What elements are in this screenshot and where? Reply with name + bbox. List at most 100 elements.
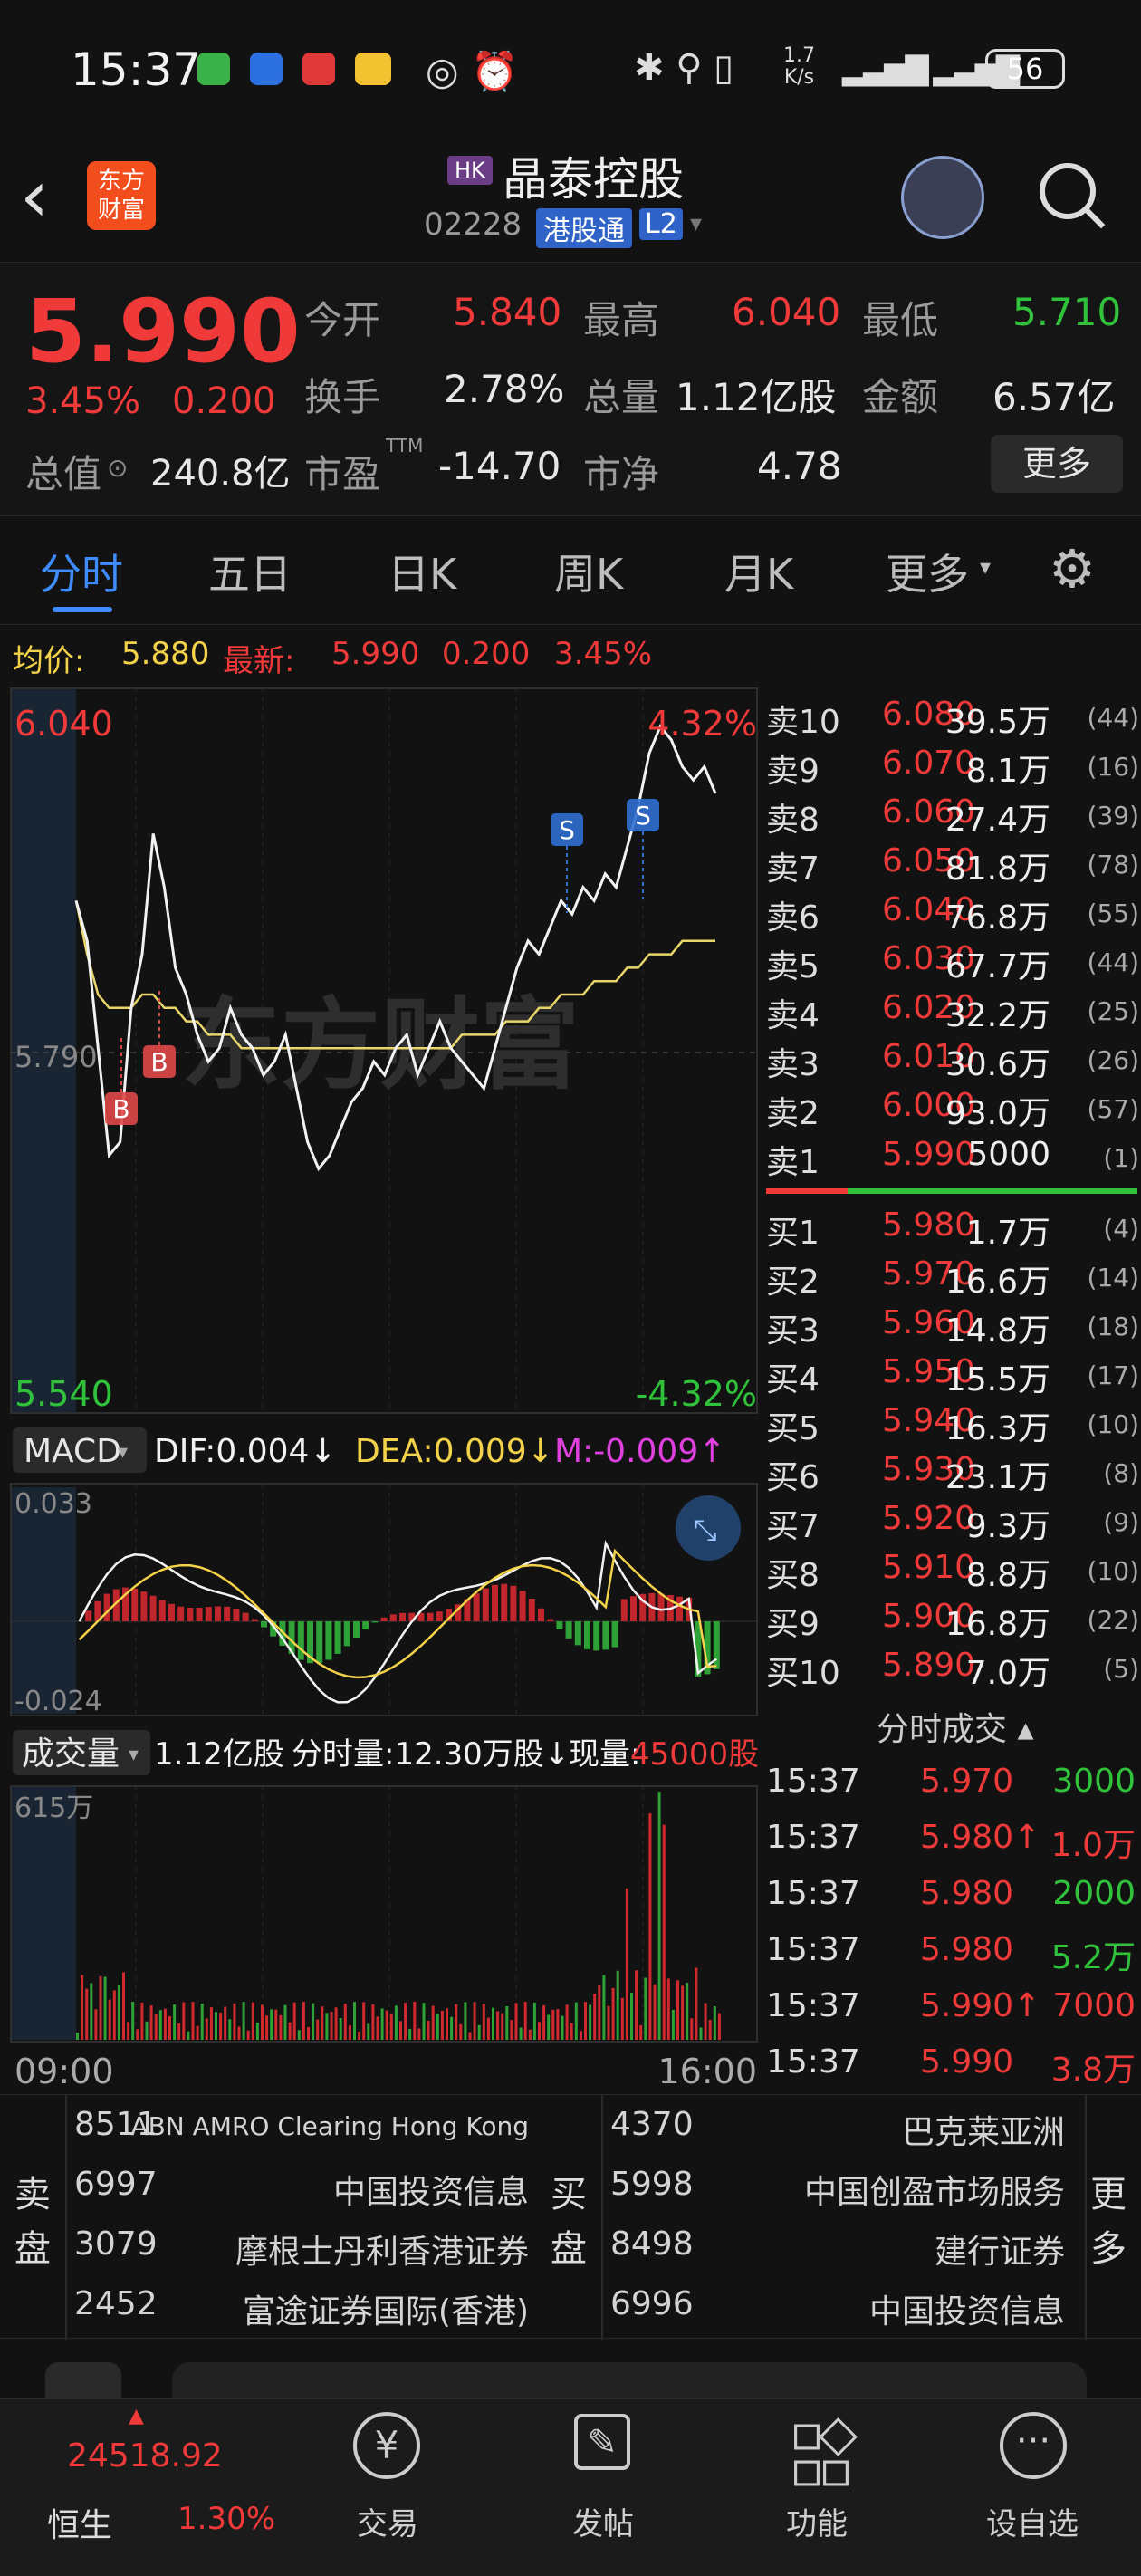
ask-row-7[interactable]: 卖4 6.020 32.2万 (25) <box>761 985 1141 1034</box>
net-speed: 1.7 K/s <box>783 44 815 89</box>
dif-label: DIF:0.004↓ <box>154 1433 337 1470</box>
sell-broker-name[interactable]: ABN AMRO Clearing Hong Kong <box>130 2111 529 2141</box>
buy-broker-id[interactable]: 6996 <box>610 2285 694 2322</box>
ticks-header[interactable]: 分时成交 ▴ <box>877 1703 1034 1750</box>
weibo-icon <box>355 53 391 85</box>
robot-avatar[interactable] <box>901 156 984 239</box>
tick-price: 5.990↑ <box>920 1987 1041 2024</box>
nav-functions[interactable]: 功能 <box>772 2499 862 2543</box>
quote-panel: 5.990 3.45% 0.200 总值 ⊙ 240.8亿 今开 5.840 最… <box>0 263 1141 516</box>
buy-broker-id[interactable]: 4370 <box>610 2106 694 2143</box>
tab-weekly-k[interactable]: 周K <box>554 542 623 601</box>
bid-row-5[interactable]: 买5 5.940 16.3万 (10) <box>761 1399 1141 1447</box>
y-max-label: 6.040 <box>14 704 113 744</box>
bid-row-3[interactable]: 买3 5.960 14.8万 (18) <box>761 1301 1141 1350</box>
bid-row-4[interactable]: 买4 5.950 15.5万 (17) <box>761 1350 1141 1399</box>
index-pct[interactable]: 1.30% <box>177 2501 275 2537</box>
ask-row-8[interactable]: 卖3 6.010 30.6万 (26) <box>761 1034 1141 1083</box>
last-price: 5.990 <box>25 281 301 382</box>
bid-row-2[interactable]: 买2 5.970 16.6万 (14) <box>761 1252 1141 1301</box>
sell-broker-name[interactable]: 摩根士丹利香港证券 <box>235 2225 529 2273</box>
buy-side-label: 买盘 <box>551 2174 587 2270</box>
emoji-icon[interactable] <box>45 2362 121 2398</box>
ask-count: (16) <box>1087 752 1139 782</box>
tick-volume: 3.8万 <box>1050 2052 1136 2089</box>
bid-count: (9) <box>1103 1507 1139 1537</box>
bid-count: (14) <box>1087 1263 1139 1293</box>
index-name[interactable]: 恒生 <box>47 2499 112 2546</box>
bid-volume: 15.5万 <box>944 1361 1050 1399</box>
buy-broker-id[interactable]: 8498 <box>610 2225 694 2263</box>
nav-trade[interactable]: 交易 <box>342 2499 433 2543</box>
more-button[interactable]: 更多 <box>991 435 1123 493</box>
ask-row-3[interactable]: 卖8 6.060 27.4万 (39) <box>761 790 1141 839</box>
nav-post[interactable]: 发帖 <box>558 2499 648 2543</box>
broker-more-button[interactable]: 更多 <box>1090 2167 1128 2276</box>
ask-row-2[interactable]: 卖9 6.070 8.1万 (16) <box>761 741 1141 790</box>
ask-row-5[interactable]: 卖6 6.040 76.8万 (55) <box>761 888 1141 937</box>
pe-value: -14.70 <box>438 444 561 488</box>
tab-intraday[interactable]: 分时 <box>40 542 123 601</box>
buy-broker-id[interactable]: 5998 <box>610 2166 694 2203</box>
svg-text:S: S <box>559 815 575 845</box>
pb-label: 市净 <box>583 452 660 496</box>
trade-mark-B: B <box>105 1038 138 1125</box>
tick-row: 15:37 5.980↑ 1.0万 <box>761 1815 1141 1864</box>
bid-row-6[interactable]: 买6 5.930 23.1万 (8) <box>761 1447 1141 1496</box>
buy-broker-name[interactable]: 巴克莱亚洲 <box>902 2106 1065 2153</box>
info-icon[interactable]: ⊙ <box>107 453 128 483</box>
ask-row-1[interactable]: 卖10 6.080 39.5万 (44) <box>761 692 1141 741</box>
ask-volume: 27.4万 <box>944 802 1050 839</box>
chevron-down-icon[interactable]: ▾ <box>690 210 702 237</box>
comment-input[interactable] <box>172 2362 1087 2398</box>
bid-count: (22) <box>1087 1605 1139 1635</box>
tab-daily-k[interactable]: 日K <box>388 542 456 601</box>
bid-label: 买1 <box>766 1215 820 1252</box>
tab-monthly-k[interactable]: 月K <box>724 542 793 601</box>
trade-yen-icon[interactable]: ¥ <box>353 2412 420 2479</box>
index-value[interactable]: 24518.92 <box>67 2437 223 2475</box>
bid-row-1[interactable]: 买1 5.980 1.7万 (4) <box>761 1203 1141 1252</box>
buy-broker-name[interactable]: 中国创盈市场服务 <box>804 2166 1065 2213</box>
post-edit-icon[interactable]: ✎ <box>574 2414 630 2470</box>
tab-more[interactable]: 更多 <box>886 542 969 601</box>
intraday-chart[interactable]: 东方财富 BB S S 6.040 5.790 5.540 4.32% -4.32%… <box>0 681 761 2094</box>
battery-icon: 56 <box>985 49 1065 89</box>
latest-label: 最新: <box>223 643 295 679</box>
bid-row-10[interactable]: 买10 5.890 7.0万 (5) <box>761 1643 1141 1692</box>
ask-volume: 5000 <box>967 1136 1050 1173</box>
bid-row-8[interactable]: 买8 5.910 8.8万 (10) <box>761 1545 1141 1594</box>
ask-label: 卖4 <box>766 997 820 1034</box>
volume-top-label: 615万 <box>14 1793 93 1824</box>
ask-count: (25) <box>1087 996 1139 1026</box>
ask-volume: 30.6万 <box>944 1046 1050 1083</box>
sell-broker-id[interactable]: 3079 <box>74 2225 158 2263</box>
ask-row-6[interactable]: 卖5 6.030 67.7万 (44) <box>761 937 1141 985</box>
tick-row: 15:37 5.980 5.2万 <box>761 1927 1141 1976</box>
sell-broker-name[interactable]: 富途证券国际(香港) <box>243 2285 529 2332</box>
sell-broker-name[interactable]: 中国投资信息 <box>333 2166 529 2213</box>
ask-row-10[interactable]: 卖1 5.990 5000 (1) <box>761 1132 1141 1181</box>
tick-time: 15:37 <box>766 1987 860 2024</box>
pre-market-shade-vol <box>11 1786 76 2040</box>
amount-value: 6.57亿 <box>992 375 1116 419</box>
back-icon[interactable]: ‹ <box>20 154 49 238</box>
settings-gear-icon[interactable]: ⚙ <box>1049 538 1096 600</box>
status-bar: 15:37 ◎ ⏰ ✱ ⚲ ▯ 1.7 K/s ▂▃▅▇ ▂▃▅▇ 56 <box>0 0 1141 136</box>
bid-row-7[interactable]: 买7 5.920 9.3万 (9) <box>761 1496 1141 1545</box>
sell-broker-id[interactable]: 2452 <box>74 2285 158 2322</box>
volume-label: 总量 <box>583 375 660 419</box>
ask-row-9[interactable]: 卖2 6.000 93.0万 (57) <box>761 1083 1141 1132</box>
ask-row-4[interactable]: 卖7 6.050 81.8万 (78) <box>761 839 1141 888</box>
more-dots-icon[interactable]: ··· <box>1000 2412 1067 2479</box>
bid-row-9[interactable]: 买9 5.900 16.8万 (22) <box>761 1594 1141 1643</box>
tick-price: 5.980↑ <box>920 1819 1041 1856</box>
buy-broker-name[interactable]: 建行证券 <box>935 2225 1065 2273</box>
nav-add-watchlist[interactable]: 设自选 <box>978 2499 1087 2543</box>
tick-volume: 1.0万 <box>1050 1827 1136 1864</box>
bid-label: 买9 <box>766 1606 820 1643</box>
tab-five-day[interactable]: 五日 <box>208 542 292 601</box>
buy-broker-name[interactable]: 中国投资信息 <box>869 2285 1065 2332</box>
sell-broker-id[interactable]: 6997 <box>74 2166 158 2203</box>
functions-grid-icon[interactable]: ▫◇ ▫▫ <box>790 2408 858 2495</box>
